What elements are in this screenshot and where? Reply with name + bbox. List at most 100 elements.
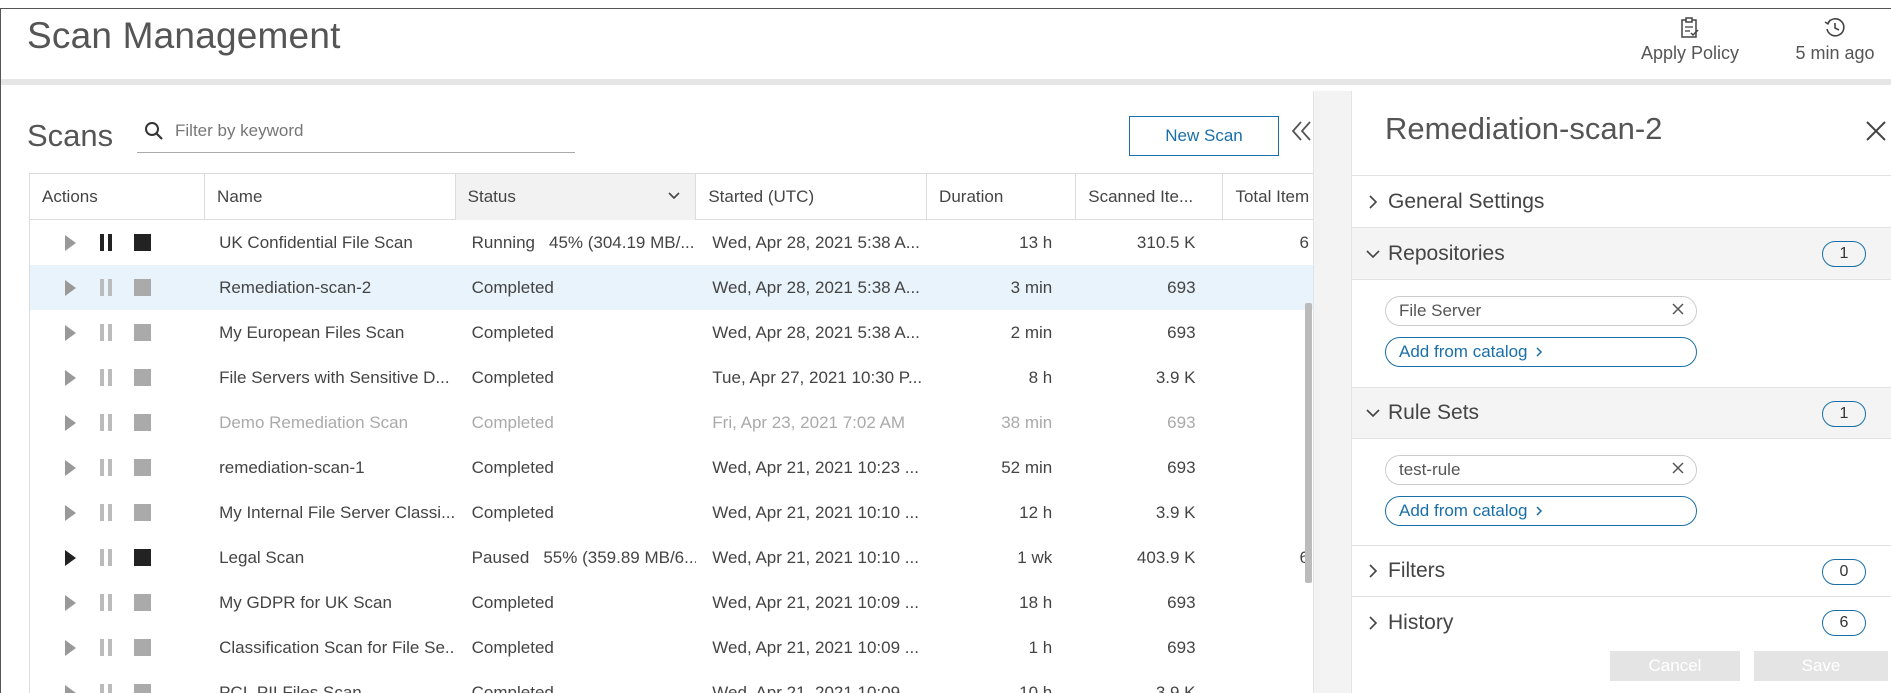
repository-chip: File Server: [1385, 296, 1697, 326]
column-header-status[interactable]: Status: [455, 174, 697, 220]
table-row[interactable]: My European Files Scan Completed Wed, Apr …: [30, 310, 1313, 355]
add-repository-from-catalog-button[interactable]: Add from catalog: [1385, 337, 1697, 367]
pause-icon[interactable]: [88, 670, 124, 693]
row-actions: [30, 625, 205, 670]
table-row[interactable]: UK Confidential File Scan Running 45% (304…: [30, 220, 1313, 265]
column-header-duration[interactable]: Duration: [927, 174, 1077, 220]
last-refresh-button[interactable]: 5 min ago: [1787, 13, 1883, 64]
scan-name: My GDPR for UK Scan: [219, 592, 392, 612]
section-repositories[interactable]: Repositories 1: [1352, 228, 1891, 280]
scan-name: PCI, PII Files Scan: [219, 682, 362, 693]
cancel-button[interactable]: Cancel: [1610, 651, 1740, 681]
rule-set-chip: test-rule: [1385, 455, 1697, 485]
rule-set-chip-label: test-rule: [1399, 460, 1461, 479]
scan-status-label: Completed: [471, 322, 554, 342]
new-scan-button[interactable]: New Scan: [1129, 116, 1279, 156]
row-actions: [30, 490, 205, 535]
scan-total-items: [1224, 310, 1313, 355]
table-row[interactable]: My Internal File Server Classi... Complet…: [30, 490, 1313, 535]
scan-scanned-items: 3.9 K: [1155, 682, 1196, 693]
remove-chip-icon[interactable]: [1671, 301, 1685, 321]
play-icon[interactable]: [52, 355, 88, 400]
stop-icon[interactable]: [124, 265, 160, 310]
scan-progress: 55% (359.89 MB/6...: [543, 547, 697, 567]
table-row[interactable]: remediation-scan-1 Completed Wed, Apr 21, …: [30, 445, 1313, 490]
stop-icon[interactable]: [124, 220, 160, 265]
details-title: Remediation-scan-2: [1385, 111, 1663, 146]
save-button[interactable]: Save: [1754, 651, 1888, 681]
stop-icon[interactable]: [124, 580, 160, 625]
double-chevron-left-icon[interactable]: [1291, 119, 1313, 149]
scan-status: Running 45% (304.19 MB/...: [456, 220, 697, 265]
column-header-started[interactable]: Started (UTC): [696, 174, 928, 220]
scan-name: UK Confidential File Scan: [219, 232, 413, 252]
scan-scanned-items: 403.9 K: [1136, 547, 1196, 567]
play-icon[interactable]: [52, 310, 88, 355]
play-icon[interactable]: [52, 220, 88, 265]
scan-duration: 38 min: [1001, 412, 1053, 432]
section-filters[interactable]: Filters 0: [1352, 545, 1891, 597]
search-input[interactable]: [175, 120, 555, 141]
stop-icon[interactable]: [124, 310, 160, 355]
section-history[interactable]: History 6: [1352, 597, 1891, 649]
pause-icon[interactable]: [88, 220, 124, 265]
pause-icon[interactable]: [88, 400, 124, 445]
stop-icon[interactable]: [124, 445, 160, 490]
pause-icon[interactable]: [88, 580, 124, 625]
column-header-actions[interactable]: Actions: [30, 174, 206, 220]
play-icon[interactable]: [52, 490, 88, 535]
stop-icon[interactable]: [124, 490, 160, 535]
scan-status-label: Completed: [471, 592, 554, 612]
add-rule-set-from-catalog-button[interactable]: Add from catalog: [1385, 496, 1697, 526]
play-icon[interactable]: [52, 265, 88, 310]
pause-icon[interactable]: [88, 355, 124, 400]
stop-icon[interactable]: [124, 670, 160, 693]
play-icon[interactable]: [52, 535, 88, 580]
stop-icon[interactable]: [124, 535, 160, 580]
table-row[interactable]: Legal Scan Paused 55% (359.89 MB/6... Wed, …: [30, 535, 1313, 580]
stop-icon[interactable]: [124, 355, 160, 400]
play-icon[interactable]: [52, 400, 88, 445]
scan-scanned-items: 693: [1167, 322, 1196, 342]
table-row[interactable]: My GDPR for UK Scan Completed Wed, Apr 21,…: [30, 580, 1313, 625]
table-body: UK Confidential File Scan Running 45% (304…: [30, 220, 1313, 693]
row-actions: [30, 445, 205, 490]
apply-policy-button[interactable]: Apply Policy: [1625, 13, 1755, 64]
scans-table: Actions Name Status Started (UTC) Durati…: [29, 173, 1314, 693]
play-icon[interactable]: [52, 670, 88, 693]
pause-icon[interactable]: [88, 625, 124, 670]
table-row[interactable]: PCI, PII Files Scan Completed Wed, Apr 21,…: [30, 670, 1313, 693]
scan-status-label: Completed: [471, 277, 554, 297]
column-header-name[interactable]: Name: [205, 174, 456, 220]
pause-icon[interactable]: [88, 535, 124, 580]
table-row[interactable]: Remediation-scan-2 Completed Wed, Apr 28, …: [30, 265, 1313, 310]
scan-status-label: Paused: [471, 547, 530, 567]
scan-scanned-items: 693: [1167, 277, 1196, 297]
table-row[interactable]: Classification Scan for File Se... Comple…: [30, 625, 1313, 670]
scan-duration: 1 wk: [1017, 547, 1053, 567]
scan-status-label: Completed: [471, 637, 554, 657]
play-icon[interactable]: [52, 445, 88, 490]
section-rule-sets[interactable]: Rule Sets 1: [1352, 387, 1891, 439]
pause-icon[interactable]: [88, 265, 124, 310]
play-icon[interactable]: [52, 580, 88, 625]
remove-chip-icon[interactable]: [1671, 460, 1685, 480]
scan-name: My Internal File Server Classi...: [219, 502, 456, 522]
scan-progress: 45% (304.19 MB/...: [548, 232, 695, 252]
section-general-settings[interactable]: General Settings: [1352, 176, 1891, 228]
panel-divider[interactable]: [1313, 91, 1352, 693]
table-row[interactable]: Demo Remediation Scan Completed Fri, Apr 2…: [30, 400, 1313, 445]
close-icon[interactable]: [1864, 115, 1888, 149]
pause-icon[interactable]: [88, 445, 124, 490]
stop-icon[interactable]: [124, 625, 160, 670]
scan-started: Wed, Apr 28, 2021 5:38 A...: [712, 277, 920, 297]
column-header-scanned-items[interactable]: Scanned Ite...: [1076, 174, 1224, 220]
play-icon[interactable]: [52, 625, 88, 670]
pause-icon[interactable]: [88, 490, 124, 535]
pause-icon[interactable]: [88, 310, 124, 355]
scan-scanned-items: 693: [1167, 637, 1196, 657]
stop-icon[interactable]: [124, 400, 160, 445]
column-header-total-items[interactable]: Total Item: [1223, 174, 1313, 220]
table-scrollbar[interactable]: [1305, 303, 1312, 583]
table-row[interactable]: File Servers with Sensitive D... Complete…: [30, 355, 1313, 400]
